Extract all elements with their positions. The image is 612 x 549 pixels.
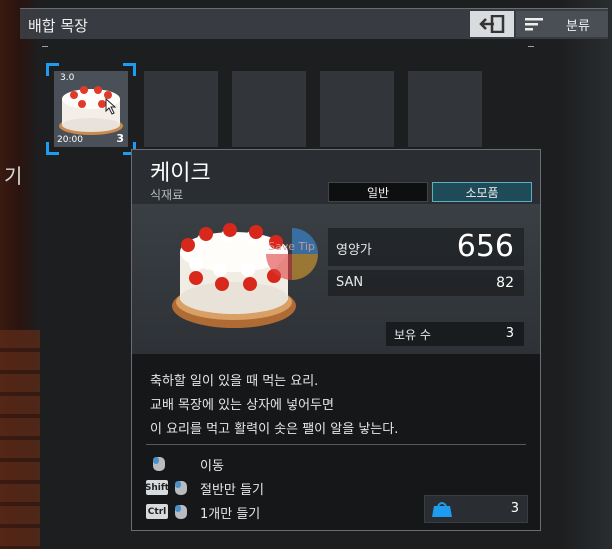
- description-line: 축하할 일이 있을 때 먹는 요리.: [150, 374, 319, 389]
- exit-icon: [479, 15, 505, 33]
- tab-consumable[interactable]: 소모품: [432, 182, 532, 202]
- tooltip-body: Save Tip 영양가 656 SAN 82 보유 수 3: [132, 204, 540, 354]
- inventory-slot-empty[interactable]: [408, 71, 482, 147]
- divider: [528, 46, 534, 47]
- inventory-slot-cake[interactable]: 3.0 20:00 3: [46, 63, 136, 155]
- inventory-slot-empty[interactable]: [144, 71, 218, 147]
- inventory-slot-empty[interactable]: [320, 71, 394, 147]
- san-label: SAN: [336, 275, 364, 290]
- window-title: 배합 목장: [28, 17, 88, 35]
- slot-timer: 20:00: [57, 135, 83, 145]
- tooltip-header: 케이크 식재료 일반 소모품: [132, 150, 540, 204]
- watermark-text: Save Tip: [268, 240, 315, 253]
- san-stat: SAN 82: [328, 270, 524, 296]
- nutrition-value: 656: [456, 229, 514, 264]
- background-bricks: [0, 330, 40, 549]
- owned-value: 3: [505, 326, 514, 341]
- watermark-logo: [266, 228, 318, 280]
- exit-button[interactable]: [470, 11, 514, 37]
- control-label: 이동: [200, 459, 224, 474]
- slot-level: 3.0: [60, 73, 75, 83]
- divider: [42, 46, 48, 47]
- inventory-slot-empty[interactable]: [232, 71, 306, 147]
- side-text: 기: [4, 164, 23, 188]
- description-line: 이 요리를 먹고 활력이 솟은 팰이 알을 낳는다.: [150, 422, 399, 437]
- owned-label: 보유 수: [394, 328, 431, 342]
- bag-icon: [432, 502, 452, 517]
- tab-normal[interactable]: 일반: [328, 182, 428, 202]
- control-label: 1개만 들기: [200, 507, 261, 522]
- sort-label: 분류: [566, 18, 590, 34]
- item-tooltip: 케이크 식재료 일반 소모품 Save Tip 영양가 656 SAN 82 보…: [131, 149, 541, 531]
- ctrl-key-icon: Ctrl: [146, 504, 168, 519]
- sort-icon: [525, 18, 543, 31]
- san-value: 82: [496, 275, 514, 291]
- item-name: 케이크: [150, 161, 211, 186]
- slot-quantity: 3: [116, 132, 124, 145]
- item-category: 식재료: [150, 188, 184, 202]
- title-bar: 배합 목장 분류: [20, 8, 608, 39]
- owned-stat: 보유 수 3: [386, 322, 524, 346]
- nutrition-label: 영양가: [336, 243, 372, 258]
- description-line: 교배 목장에 있는 상자에 넣어두면: [150, 398, 334, 413]
- mouse-left-icon: [175, 481, 187, 495]
- sort-button[interactable]: 분류: [516, 11, 608, 37]
- shift-key-icon: Shift: [145, 480, 169, 495]
- item-description: 축하할 일이 있을 때 먹는 요리. 교배 목장에 있는 상자에 넣어두면 이 …: [132, 354, 540, 444]
- mouse-left-icon: [153, 457, 165, 471]
- bag-quantity: 3: [510, 501, 519, 516]
- nutrition-stat: 영양가 656: [328, 228, 524, 266]
- divider: [146, 444, 526, 445]
- mouse-left-icon: [175, 505, 187, 519]
- control-label: 절반만 들기: [200, 483, 264, 498]
- bag-count: 3: [424, 495, 528, 523]
